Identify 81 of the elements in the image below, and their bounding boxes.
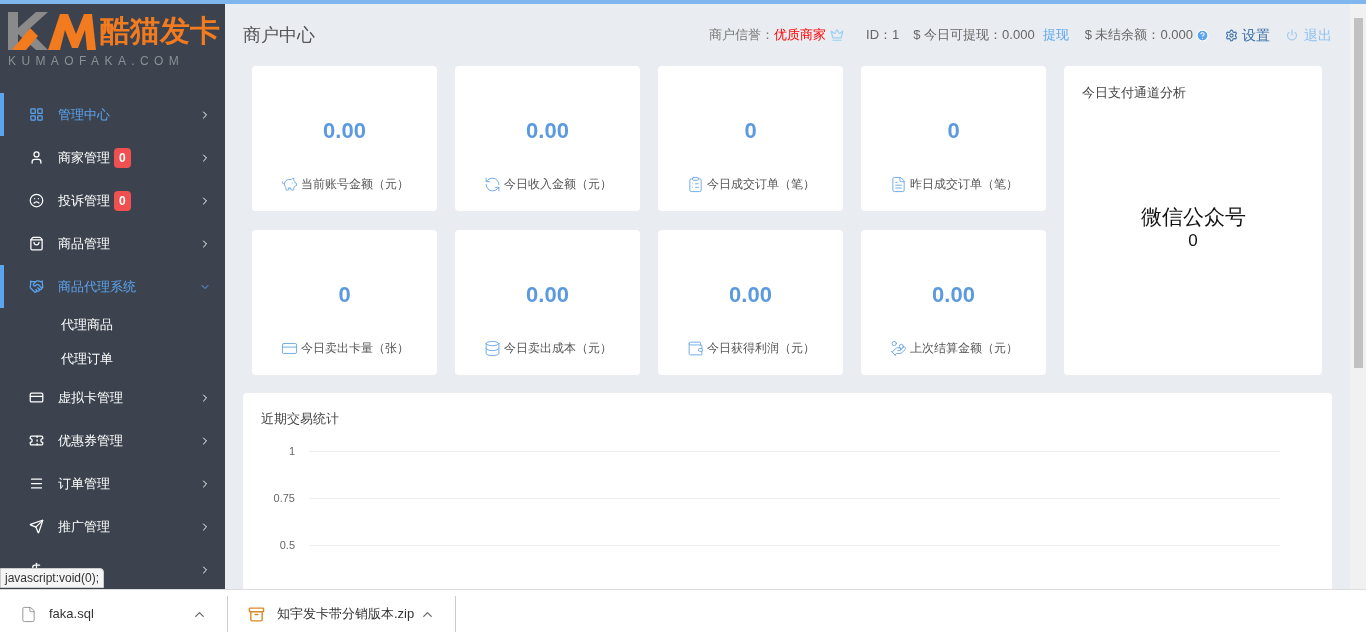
unsettled-balance: $ 未结余额：0.000: [1084, 26, 1193, 45]
sidebar-label: 投诉管理: [58, 191, 110, 210]
axis-tick-label: 0.75: [272, 491, 295, 507]
sidebar-item[interactable]: 商家管理 0: [0, 136, 225, 179]
axis-tick-label: 1: [287, 444, 295, 460]
merchant-id: ID：1: [866, 26, 900, 45]
sidebar-item[interactable]: 投诉管理 0: [0, 179, 225, 222]
stat-value: 0: [947, 117, 960, 145]
stat-value: 0: [744, 117, 757, 145]
credit-card-icon: [29, 390, 44, 405]
sidebar-label: 虚拟卡管理: [58, 388, 123, 407]
list-icon: [29, 476, 44, 491]
ticket-icon: [29, 433, 44, 448]
stat-label: 上次结算金额（元）: [909, 340, 1018, 357]
download-item[interactable]: 知宇发卡带分销版本.zip: [228, 596, 456, 632]
submenu-item[interactable]: 代理订单: [0, 342, 225, 376]
stat-label: 今日获得利润（元）: [706, 340, 815, 357]
sidebar-item[interactable]: 商品代理系统: [0, 265, 225, 308]
hand-coins-icon: [889, 339, 907, 357]
card-title: 今日支付通道分析: [1082, 84, 1187, 102]
stat-value: 0.00: [526, 281, 569, 309]
file-icon: [20, 605, 37, 623]
crown-icon: [830, 28, 844, 42]
sidebar-item[interactable]: 虚拟卡管理: [0, 376, 225, 419]
submenu-item[interactable]: 代理商品: [0, 308, 225, 342]
sidebar-item[interactable]: 优惠券管理: [0, 419, 225, 462]
settings-link[interactable]: 设置: [1242, 24, 1270, 46]
count-badge: 0: [114, 147, 131, 168]
document-icon: [889, 175, 907, 193]
exchange-icon: [483, 175, 501, 193]
stat-value: 0.00: [932, 281, 975, 309]
sidebar-label: 优惠券管理: [58, 431, 123, 450]
stat-label: 今日卖出卡量（张）: [300, 340, 409, 357]
sidebar-label: 管理中心: [58, 105, 110, 124]
archive-icon: [248, 605, 265, 623]
logo-icon: [8, 10, 96, 52]
file-name: 知宇发卡带分销版本.zip: [277, 605, 415, 624]
channel-name: 微信公众号: [1139, 203, 1247, 230]
stat-label: 今日卖出成本（元）: [503, 340, 612, 357]
coins-icon: [483, 339, 501, 357]
stat-value: 0.00: [526, 117, 569, 145]
sidebar-label: 推广管理: [58, 517, 110, 536]
shopping-bag-icon: [29, 236, 44, 251]
clipboard-icon: [686, 175, 704, 193]
stat-value: 0.00: [729, 281, 772, 309]
stat-label: 今日收入金额（元）: [503, 176, 612, 193]
sidebar-label: 订单管理: [58, 474, 110, 493]
download-item[interactable]: faka.sql: [0, 596, 228, 632]
user-icon: [29, 150, 44, 165]
file-name: faka.sql: [49, 605, 94, 624]
help-icon: [1196, 28, 1209, 42]
stat-label: 当前账号金额（元）: [300, 176, 409, 193]
card-title: 近期交易统计: [261, 410, 340, 428]
reputation-label: 商户信誉：: [709, 26, 774, 45]
withdrawable-amount: $ 今日可提现：0.000: [913, 26, 1035, 45]
stat-value: 0.00: [323, 117, 366, 145]
sidebar-label: 商品管理: [58, 234, 110, 253]
sidebar-item[interactable]: 商品管理: [0, 222, 225, 265]
channel-count: 0: [1187, 232, 1199, 249]
reputation-value: 优质商家: [774, 26, 826, 45]
stat-value: 0: [338, 281, 351, 309]
count-badge: 0: [114, 190, 131, 211]
wallet-icon: [686, 339, 704, 357]
sidebar-item[interactable]: 推广管理: [0, 505, 225, 548]
sidebar-label: 商家管理: [58, 148, 110, 167]
stat-label: 今日成交订单（笔）: [706, 176, 815, 193]
sidebar-item[interactable]: 管理中心: [0, 93, 225, 136]
settings-icon: [1225, 28, 1238, 42]
sidebar-label: 商品代理系统: [58, 277, 136, 296]
dashboard-icon: [29, 107, 44, 122]
logo-domain: KUMAOFAKA.COM: [8, 53, 186, 70]
sidebar-item[interactable]: 订单管理: [0, 462, 225, 505]
power-icon: [1286, 29, 1298, 41]
logo-text: 酷猫发卡: [100, 16, 220, 46]
status-tooltip: javascript:void(0);: [0, 568, 105, 588]
stat-label: 昨日成交订单（笔）: [909, 176, 1018, 193]
handshake-icon: [29, 279, 44, 294]
paper-plane-icon: [29, 519, 44, 534]
page-title: 商户中心: [243, 23, 315, 47]
axis-tick-label: 0.5: [278, 538, 295, 554]
sad-face-icon: [29, 193, 44, 208]
